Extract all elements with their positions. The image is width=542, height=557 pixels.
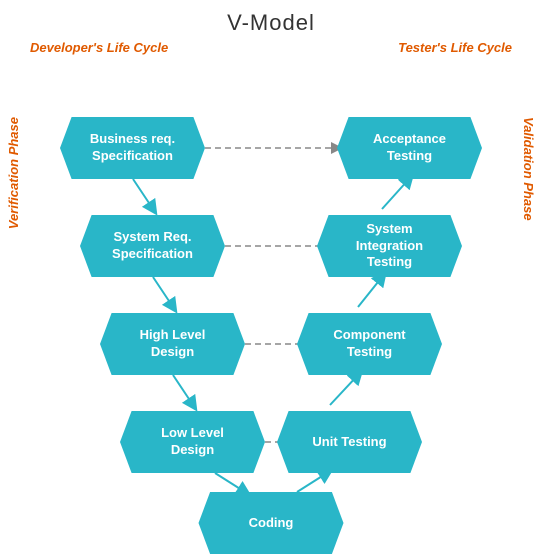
- verification-phase-label: Verification Phase: [6, 117, 21, 229]
- developer-lifecycle-label: Developer's Life Cycle: [30, 40, 168, 55]
- system-integration-testing-box: SystemIntegrationTesting: [317, 215, 462, 277]
- diagram-container: Verification Phase Validation Phase: [0, 57, 542, 507]
- system-req-box: System Req.Specification: [80, 215, 225, 277]
- acceptance-testing-box: AcceptanceTesting: [337, 117, 482, 179]
- validation-phase-label: Validation Phase: [521, 117, 536, 221]
- coding-box: Coding: [199, 492, 344, 554]
- page-title: V-Model: [0, 0, 542, 36]
- tester-lifecycle-label: Tester's Life Cycle: [398, 40, 512, 55]
- high-level-design-box: High LevelDesign: [100, 313, 245, 375]
- component-testing-box: ComponentTesting: [297, 313, 442, 375]
- business-req-box: Business req.Specification: [60, 117, 205, 179]
- unit-testing-box: Unit Testing: [277, 411, 422, 473]
- low-level-design-box: Low LevelDesign: [120, 411, 265, 473]
